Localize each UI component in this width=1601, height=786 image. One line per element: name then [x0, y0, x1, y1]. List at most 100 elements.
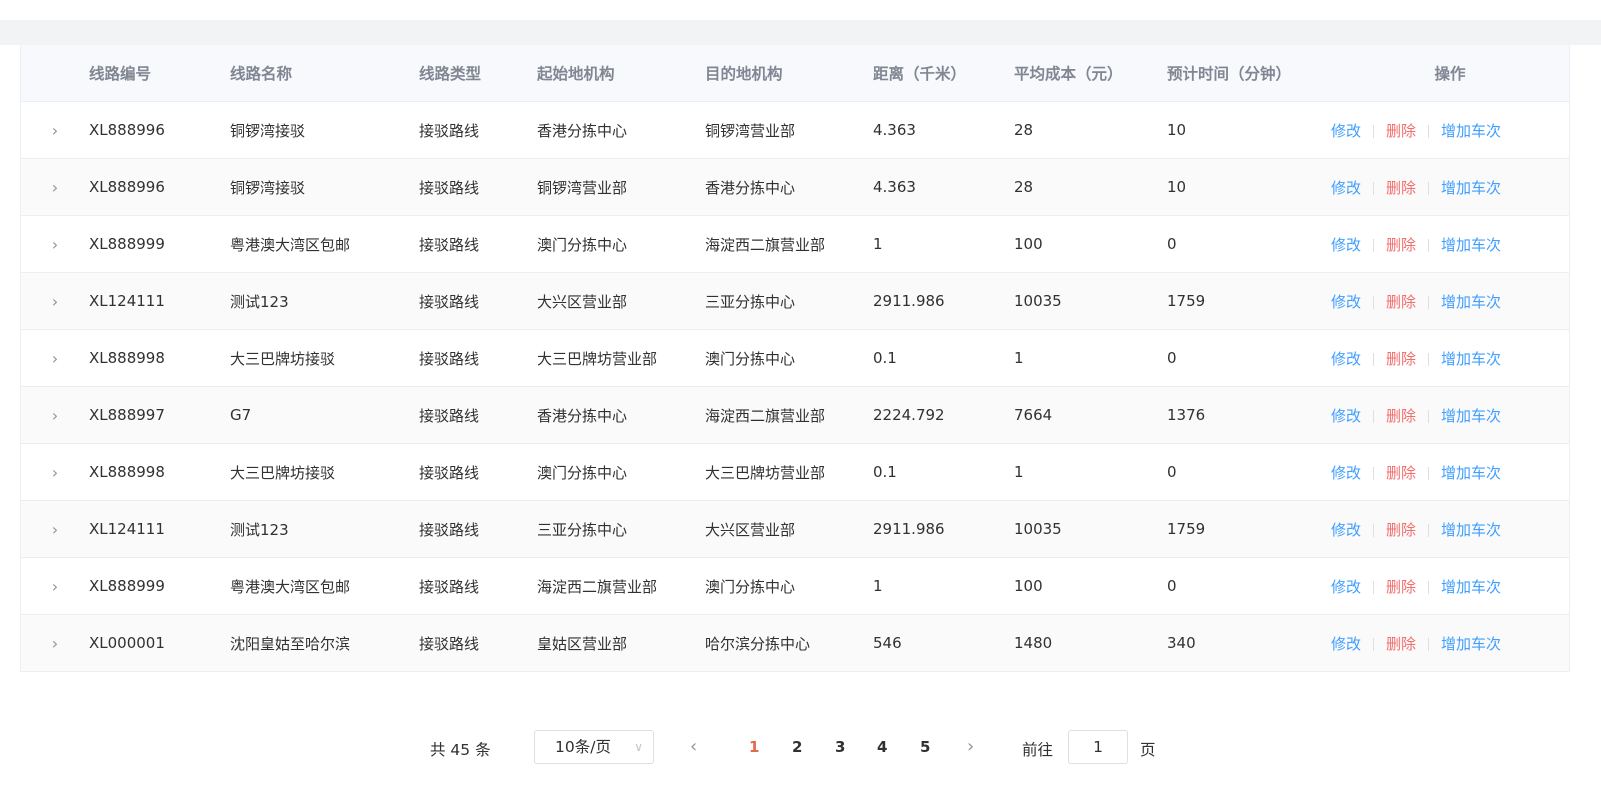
edit-button[interactable]: 修改: [1331, 464, 1361, 482]
page-size-value: 10条/页: [555, 738, 611, 756]
cell-route-name: 粤港澳大湾区包邮: [230, 557, 419, 615]
pagination: 共 45 条 10条/页 ∨ ‹ 1 2 3 4 5 › 前往 页: [0, 730, 1601, 766]
cell-route-id: XL124111: [89, 500, 230, 558]
add-trip-button[interactable]: 增加车次: [1441, 578, 1501, 596]
cell-route-type: 接驳路线: [419, 614, 537, 672]
table-row: › XL124111 测试123 接驳路线 大兴区营业部 三亚分拣中心 2911.986 10…: [21, 272, 1569, 330]
expand-row-icon[interactable]: ›: [21, 272, 89, 330]
delete-button[interactable]: 删除: [1386, 464, 1416, 482]
row-actions: 修改 删除 增加车次: [1331, 272, 1569, 330]
edit-button[interactable]: 修改: [1331, 179, 1361, 197]
delete-button[interactable]: 删除: [1386, 350, 1416, 368]
delete-button[interactable]: 删除: [1386, 236, 1416, 254]
add-trip-button[interactable]: 增加车次: [1441, 179, 1501, 197]
cell-cost: 28: [1014, 158, 1167, 216]
delete-button[interactable]: 删除: [1386, 122, 1416, 140]
cell-origin: 大三巴牌坊营业部: [537, 329, 705, 387]
cell-origin: 海淀西二旗营业部: [537, 557, 705, 615]
table-row: › XL888998 大三巴牌坊接驳 接驳路线 澳门分拣中心 大三巴牌坊营业部 0.1 1 0 修…: [21, 443, 1569, 501]
table-row: › XL888997 G7 接驳路线 香港分拣中心 海淀西二旗营业部 2224.792 766…: [21, 386, 1569, 444]
delete-button[interactable]: 删除: [1386, 179, 1416, 197]
cell-destination: 三亚分拣中心: [705, 272, 873, 330]
cell-origin: 铜锣湾营业部: [537, 158, 705, 216]
page-1-button[interactable]: 1: [749, 738, 759, 756]
add-trip-button[interactable]: 增加车次: [1441, 464, 1501, 482]
edit-button[interactable]: 修改: [1331, 293, 1361, 311]
cell-destination: 大三巴牌坊营业部: [705, 443, 873, 501]
expand-row-icon[interactable]: ›: [21, 386, 89, 444]
cell-destination: 澳门分拣中心: [705, 329, 873, 387]
cell-destination: 哈尔滨分拣中心: [705, 614, 873, 672]
delete-button[interactable]: 删除: [1386, 407, 1416, 425]
page-5-button[interactable]: 5: [920, 738, 930, 756]
expand-row-icon[interactable]: ›: [21, 614, 89, 672]
edit-button[interactable]: 修改: [1331, 521, 1361, 539]
cell-route-id: XL888996: [89, 101, 230, 159]
cell-time: 1759: [1167, 272, 1331, 330]
cell-route-type: 接驳路线: [419, 101, 537, 159]
cell-time: 10: [1167, 101, 1331, 159]
add-trip-button[interactable]: 增加车次: [1441, 521, 1501, 539]
cell-route-id: XL000001: [89, 614, 230, 672]
page-4-button[interactable]: 4: [877, 738, 887, 756]
expand-row-icon[interactable]: ›: [21, 215, 89, 273]
action-divider: [1373, 295, 1375, 309]
page-3-button[interactable]: 3: [835, 738, 845, 756]
cell-route-type: 接驳路线: [419, 443, 537, 501]
row-actions: 修改 删除 增加车次: [1331, 101, 1569, 159]
action-divider: [1373, 466, 1375, 480]
action-divider: [1373, 238, 1375, 252]
add-trip-button[interactable]: 增加车次: [1441, 350, 1501, 368]
cell-route-type: 接驳路线: [419, 329, 537, 387]
expand-row-icon[interactable]: ›: [21, 443, 89, 501]
goto-page-input[interactable]: [1068, 730, 1128, 764]
row-actions: 修改 删除 增加车次: [1331, 386, 1569, 444]
edit-button[interactable]: 修改: [1331, 578, 1361, 596]
table-row: › XL888996 铜锣湾接驳 接驳路线 香港分拣中心 铜锣湾营业部 4.363 28 10 修…: [21, 101, 1569, 159]
expand-row-icon[interactable]: ›: [21, 101, 89, 159]
table-row: › XL124111 测试123 接驳路线 三亚分拣中心 大兴区营业部 2911.986 10…: [21, 500, 1569, 558]
page-2-button[interactable]: 2: [792, 738, 802, 756]
add-trip-button[interactable]: 增加车次: [1441, 293, 1501, 311]
delete-button[interactable]: 删除: [1386, 293, 1416, 311]
row-actions: 修改 删除 增加车次: [1331, 557, 1569, 615]
cell-time: 0: [1167, 329, 1331, 387]
action-divider: [1428, 295, 1430, 309]
cell-cost: 100: [1014, 215, 1167, 273]
next-page-icon[interactable]: ›: [967, 736, 974, 757]
page-size-select[interactable]: 10条/页 ∨: [534, 730, 654, 764]
expand-row-icon[interactable]: ›: [21, 500, 89, 558]
action-divider: [1373, 181, 1375, 195]
expand-row-icon[interactable]: ›: [21, 158, 89, 216]
add-trip-button[interactable]: 增加车次: [1441, 122, 1501, 140]
expand-row-icon[interactable]: ›: [21, 329, 89, 387]
chevron-down-icon: ∨: [634, 740, 643, 754]
action-divider: [1428, 409, 1430, 423]
edit-button[interactable]: 修改: [1331, 635, 1361, 653]
delete-button[interactable]: 删除: [1386, 578, 1416, 596]
cell-route-name: 大三巴牌坊接驳: [230, 329, 419, 387]
add-trip-button[interactable]: 增加车次: [1441, 635, 1501, 653]
action-divider: [1428, 124, 1430, 138]
row-actions: 修改 删除 增加车次: [1331, 215, 1569, 273]
table-row: › XL000001 沈阳皇姑至哈尔滨 接驳路线 皇姑区营业部 哈尔滨分拣中心 546 148…: [21, 614, 1569, 672]
add-trip-button[interactable]: 增加车次: [1441, 236, 1501, 254]
cell-distance: 546: [873, 614, 1014, 672]
cell-distance: 4.363: [873, 101, 1014, 159]
table-row: › XL888998 大三巴牌坊接驳 接驳路线 大三巴牌坊营业部 澳门分拣中心 0.1 1 0 修…: [21, 329, 1569, 387]
edit-button[interactable]: 修改: [1331, 236, 1361, 254]
table-row: › XL888996 铜锣湾接驳 接驳路线 铜锣湾营业部 香港分拣中心 4.363 28 10 修…: [21, 158, 1569, 216]
table-row: › XL888999 粤港澳大湾区包邮 接驳路线 海淀西二旗营业部 澳门分拣中心 1 100 0…: [21, 557, 1569, 615]
delete-button[interactable]: 删除: [1386, 635, 1416, 653]
edit-button[interactable]: 修改: [1331, 407, 1361, 425]
delete-button[interactable]: 删除: [1386, 521, 1416, 539]
cell-cost: 10035: [1014, 500, 1167, 558]
add-trip-button[interactable]: 增加车次: [1441, 407, 1501, 425]
cell-route-name: 大三巴牌坊接驳: [230, 443, 419, 501]
edit-button[interactable]: 修改: [1331, 350, 1361, 368]
cell-time: 340: [1167, 614, 1331, 672]
edit-button[interactable]: 修改: [1331, 122, 1361, 140]
expand-row-icon[interactable]: ›: [21, 557, 89, 615]
prev-page-icon[interactable]: ‹: [690, 736, 697, 757]
action-divider: [1428, 352, 1430, 366]
